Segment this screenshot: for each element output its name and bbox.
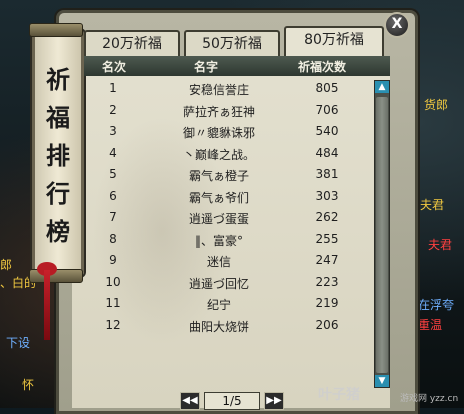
tassel <box>44 270 50 340</box>
close-button[interactable]: X <box>384 12 410 38</box>
table-header: 名次 名字 祈福次数 <box>84 56 390 76</box>
row-rank: 12 <box>105 317 121 332</box>
row-count: 219 <box>315 296 339 310</box>
scene-text: 怀 <box>22 378 35 392</box>
row-rank: 3 <box>109 124 117 138</box>
row-name: 迷信 <box>206 255 231 269</box>
row-count: 262 <box>315 210 339 224</box>
row-count: 381 <box>315 167 339 181</box>
column-header-rank: 名次 <box>102 60 127 74</box>
row-count: 223 <box>315 274 339 289</box>
row-name: 霸气ぁ爷们 <box>188 190 249 205</box>
scene-text: 在浮夸 <box>418 298 455 312</box>
table-row[interactable]: 8 ‖、富豪° 255 <box>84 229 374 251</box>
row-name: 逍遥づ回忆 <box>188 276 249 291</box>
row-rank: 2 <box>109 102 117 117</box>
table-row[interactable]: 10 逍遥づ回忆 223 <box>84 272 374 294</box>
watermark-logo: 叶子猪 <box>318 387 360 403</box>
row-name: ‖、富豪° <box>194 233 243 248</box>
row-rank: 5 <box>109 167 117 181</box>
scroll-up-icon[interactable]: ▲ <box>375 81 389 93</box>
row-count: 255 <box>315 231 339 246</box>
scene-text: 夫君 <box>428 238 453 252</box>
pager: ◀◀ 1/5 ▶▶ <box>180 392 284 410</box>
page-indicator: 1/5 <box>204 392 260 410</box>
scene-text: 郎 <box>0 258 13 272</box>
row-name: 御〃貔貅诛邪 <box>182 126 255 140</box>
banner-top-cap <box>29 23 83 37</box>
table-row[interactable]: 11 纪宁 219 <box>84 293 374 315</box>
table-row[interactable]: 9 迷信 247 <box>84 250 374 272</box>
row-count: 540 <box>315 124 339 138</box>
row-name: 萨拉齐ぁ狂神 <box>182 104 255 119</box>
list-scrollbar[interactable]: ▲ ▼ <box>374 80 390 388</box>
row-name: 霸气ぁ橙子 <box>188 169 249 183</box>
table-row[interactable]: 6 霸气ぁ爷们 303 <box>84 186 374 208</box>
watermark-sub: 游戏网 yzz.cn <box>400 394 459 404</box>
row-name: 曲阳大烧饼 <box>188 319 249 334</box>
scene-text: 下设 <box>6 336 31 350</box>
tab-80w-blessing[interactable]: 80万祈福 <box>284 26 384 58</box>
scene-text: 货郎 <box>424 98 449 112</box>
column-header-name: 名字 <box>194 60 219 74</box>
next-page-button[interactable]: ▶▶ <box>264 392 284 410</box>
scroll-down-icon[interactable]: ▼ <box>375 375 389 387</box>
table-row[interactable]: 3 御〃貔貅诛邪 540 <box>84 121 374 143</box>
table-row[interactable]: 4 丶巅峰之战。 484 <box>84 143 374 165</box>
row-rank: 9 <box>109 253 117 267</box>
row-count: 247 <box>315 253 339 267</box>
row-name: 纪宁 <box>206 298 231 312</box>
row-count: 805 <box>315 81 339 95</box>
ranking-list: 1 安稳信誉庄 805 2 萨拉齐ぁ狂神 706 3 御〃貔貅诛邪 540 4 丶巅峰之战。 4… <box>84 78 374 336</box>
row-count: 484 <box>315 145 339 160</box>
prev-page-button[interactable]: ◀◀ <box>180 392 200 410</box>
tab-20w-blessing[interactable]: 20万祈福 <box>84 30 180 56</box>
table-row[interactable]: 5 霸气ぁ橙子 381 <box>84 164 374 186</box>
scene-text: 夫君 <box>420 198 445 212</box>
row-rank: 4 <box>109 145 117 160</box>
column-header-count: 祈福次数 <box>298 60 347 74</box>
table-row[interactable]: 2 萨拉齐ぁ狂神 706 <box>84 100 374 122</box>
row-rank: 8 <box>109 231 117 246</box>
scene-text: 重温 <box>418 318 443 332</box>
row-count: 303 <box>315 188 339 203</box>
banner-title: 祈福排行榜 <box>46 65 70 246</box>
row-count: 706 <box>315 102 339 117</box>
tab-50w-blessing[interactable]: 50万祈福 <box>184 30 280 56</box>
row-name: 丶巅峰之战。 <box>182 147 255 162</box>
scroll-thumb[interactable] <box>376 97 388 373</box>
row-name: 逍遥づ蛋蛋 <box>188 212 249 226</box>
row-rank: 6 <box>109 188 117 203</box>
ranking-banner: 祈福排行榜 <box>29 23 84 283</box>
table-row[interactable]: 12 曲阳大烧饼 206 <box>84 315 374 337</box>
row-rank: 10 <box>105 274 121 289</box>
row-name: 安稳信誉庄 <box>188 83 249 97</box>
table-row[interactable]: 7 逍遥づ蛋蛋 262 <box>84 207 374 229</box>
table-row[interactable]: 1 安稳信誉庄 805 <box>84 78 374 100</box>
row-rank: 11 <box>105 296 121 310</box>
row-rank: 7 <box>109 210 117 224</box>
row-count: 206 <box>315 317 339 332</box>
row-rank: 1 <box>109 81 117 95</box>
